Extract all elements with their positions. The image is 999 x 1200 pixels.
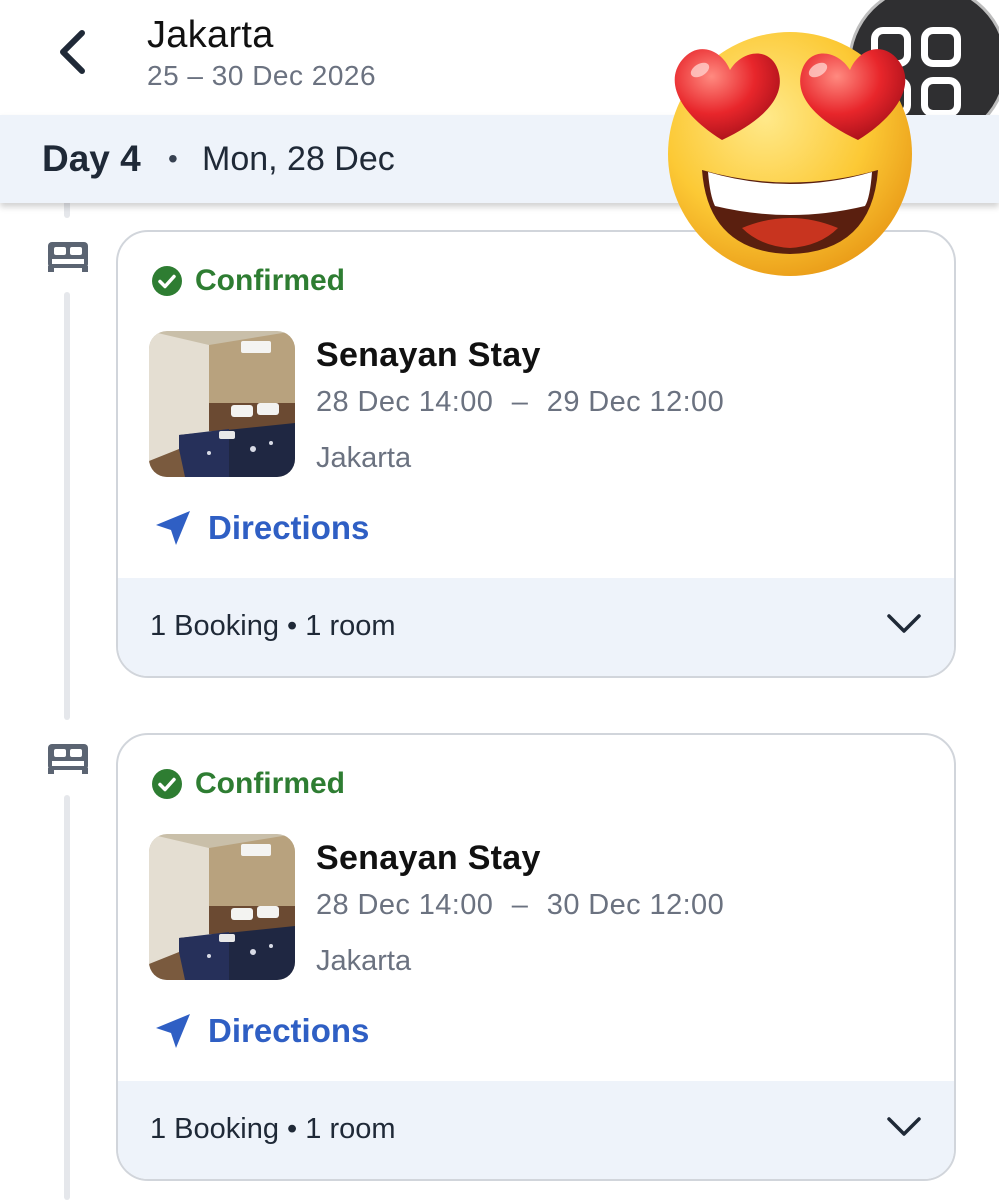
chevron-down-icon (887, 1117, 921, 1136)
checkin-time: 28 Dec 14:00 (316, 889, 494, 921)
timeline-line (64, 292, 70, 720)
checkout-time: 29 Dec 12:00 (546, 386, 725, 418)
page-title: Jakarta (147, 14, 274, 56)
separator-dot: • (168, 143, 178, 174)
status-label: Confirmed (195, 767, 345, 800)
chevron-down-icon (887, 614, 921, 633)
hotel-location: Jakarta (316, 442, 412, 474)
day-date: Mon, 28 Dec (202, 140, 395, 178)
directions-label: Directions (208, 1012, 370, 1049)
bed-icon (48, 744, 88, 774)
booking-card[interactable]: Confirmed Senayan Stay 28 Dec 14:00 – 30… (116, 733, 956, 1181)
stay-dates: 28 Dec 14:00 – 30 Dec 12:00 (316, 889, 724, 922)
checkout-time: 30 Dec 12:00 (546, 889, 725, 921)
back-button[interactable] (44, 22, 100, 82)
hotel-name[interactable]: Senayan Stay (316, 336, 541, 375)
directions-link[interactable]: Directions (154, 508, 369, 548)
booking-summary-expander[interactable]: 1 Booking • 1 room (118, 578, 954, 676)
check-circle-icon (152, 266, 182, 296)
status-badge: Confirmed (151, 767, 345, 801)
bed-icon (48, 242, 88, 272)
directions-label: Directions (208, 509, 370, 546)
booking-summary-expander[interactable]: 1 Booking • 1 room (118, 1081, 954, 1179)
booking-card[interactable]: Confirmed Senayan Stay 28 Dec 14:00 – 29… (116, 230, 956, 678)
check-circle-icon (152, 769, 182, 799)
booking-summary: 1 Booking • 1 room (150, 610, 396, 642)
day-number: Day 4 (42, 138, 141, 179)
date-dash: – (511, 889, 529, 921)
date-dash: – (511, 386, 529, 418)
navigation-arrow-icon (156, 511, 190, 545)
status-label: Confirmed (195, 264, 345, 297)
checkin-time: 28 Dec 14:00 (316, 386, 494, 418)
chevron-left-icon (60, 30, 85, 74)
directions-link[interactable]: Directions (154, 1011, 369, 1051)
hotel-location: Jakarta (316, 945, 412, 977)
status-badge: Confirmed (151, 264, 345, 298)
trip-date-range: 25 – 30 Dec 2026 (147, 60, 377, 91)
hotel-photo[interactable] (149, 331, 295, 477)
booking-summary: 1 Booking • 1 room (150, 1113, 396, 1145)
hotel-photo[interactable] (149, 834, 295, 980)
hotel-name[interactable]: Senayan Stay (316, 839, 541, 878)
navigation-arrow-icon (156, 1014, 190, 1048)
timeline-line (64, 795, 70, 1200)
stay-dates: 28 Dec 14:00 – 29 Dec 12:00 (316, 386, 724, 419)
heart-eyes-emoji-icon (668, 32, 912, 276)
